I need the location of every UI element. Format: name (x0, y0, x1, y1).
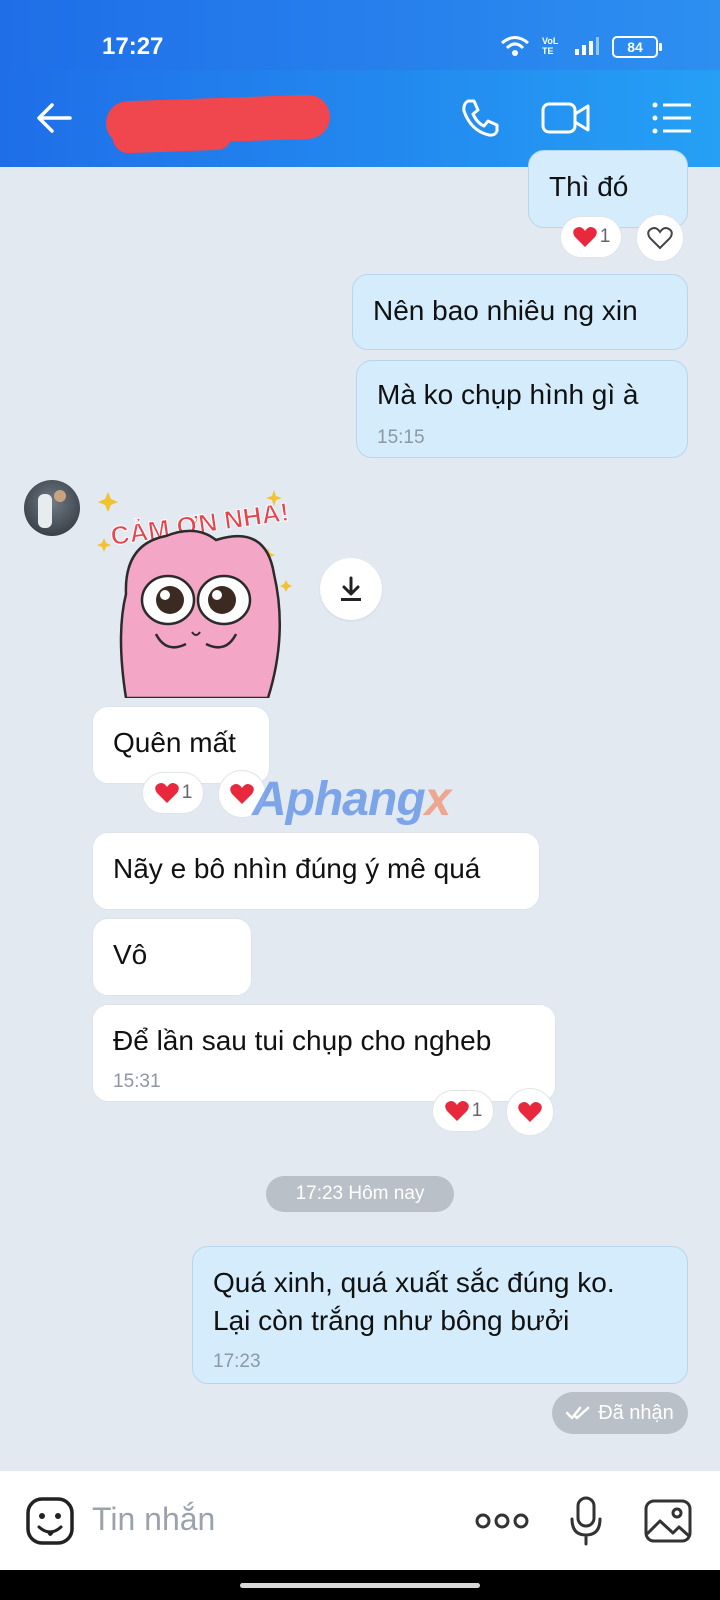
heart-icon (154, 783, 179, 803)
message-text-line-2: Lại còn trắng như bông bưởi (213, 1305, 570, 1336)
emoji-button[interactable] (22, 1493, 78, 1549)
message-text: Thì đó (549, 171, 629, 202)
sticker-image: CẢM ƠN NHA! (97, 490, 292, 700)
message-bubble-received[interactable]: Vô (92, 918, 252, 996)
message-bubble-sent[interactable]: Quá xinh, quá xuất sắc đúng ko. Lại còn … (192, 1246, 688, 1384)
wifi-icon (501, 36, 529, 56)
system-navigation-bar (0, 1570, 720, 1600)
status-time: 17:27 (102, 33, 164, 60)
list-menu-icon (652, 102, 691, 134)
watermark: Aphangx (252, 773, 451, 826)
message-bubble-received[interactable]: Để lần sau tui chụp cho ngheb 15:31 (92, 1004, 556, 1102)
delivery-status-text: Đã nhận (598, 1401, 674, 1424)
message-timestamp: 15:15 (377, 427, 425, 448)
back-button[interactable] (28, 92, 80, 144)
voice-button[interactable] (558, 1493, 614, 1549)
download-button[interactable] (320, 558, 382, 620)
status-icons: VoLTE (500, 34, 600, 58)
video-camera-icon (541, 102, 590, 134)
message-bubble-received[interactable]: Nãy e bô nhìn đúng ý mê quá (92, 832, 540, 910)
video-call-button[interactable] (540, 92, 592, 144)
react-button[interactable] (506, 1088, 554, 1136)
heart-icon (518, 1102, 542, 1122)
battery-indicator: 84 (612, 36, 662, 58)
reaction-count-badge[interactable]: 1 (432, 1090, 494, 1132)
menu-button[interactable] (646, 92, 698, 144)
message-text: Quên mất (113, 727, 236, 758)
microphone-icon (570, 1496, 602, 1546)
sticker-emoji-icon (26, 1497, 74, 1545)
more-options-button[interactable] (474, 1493, 530, 1549)
message-text: Nãy e bô nhìn đúng ý mê quá (113, 853, 481, 884)
reaction-count-badge[interactable]: 1 (560, 216, 622, 258)
message-text: Để lần sau tui chụp cho ngheb (113, 1025, 492, 1056)
heart-icon (444, 1101, 469, 1121)
message-bubble-sent[interactable]: Mà ko chụp hình gì à 15:15 (356, 360, 688, 458)
delivery-status-badge: Đã nhận (552, 1392, 688, 1434)
contact-name-redacted[interactable] (105, 94, 331, 146)
message-timestamp: 17:23 (213, 1351, 261, 1372)
reaction-count: 1 (181, 782, 193, 803)
more-dots-icon (475, 1513, 529, 1529)
back-arrow-icon (37, 103, 72, 133)
react-button[interactable] (636, 214, 684, 262)
message-composer: Tin nhắn (0, 1470, 720, 1570)
date-separator: 17:23 Hôm nay (266, 1176, 454, 1212)
image-gallery-icon (644, 1499, 692, 1543)
reaction-count-badge[interactable]: 1 (142, 772, 204, 814)
reaction-count: 1 (599, 226, 611, 247)
reaction-count: 1 (471, 1100, 483, 1121)
message-text-line-1: Quá xinh, quá xuất sắc đúng ko. (213, 1267, 615, 1298)
signal-icon (575, 37, 599, 55)
status-bar: 17:27 VoLTE 84 (0, 0, 720, 70)
phone-icon (462, 99, 499, 137)
heart-outline-icon (647, 227, 673, 250)
message-text: Nên bao nhiêu ng xin (373, 295, 638, 326)
volte-icon: VoLTE (542, 36, 559, 56)
home-gesture-handle[interactable] (240, 1583, 480, 1588)
gallery-button[interactable] (640, 1493, 696, 1549)
message-bubble-sent[interactable]: Nên bao nhiêu ng xin (352, 274, 688, 350)
message-input[interactable]: Tin nhắn (92, 1501, 215, 1538)
heart-icon (572, 227, 597, 247)
contact-avatar[interactable] (24, 480, 80, 536)
double-check-icon (566, 1406, 590, 1420)
sticker-message[interactable]: CẢM ƠN NHA! (96, 484, 316, 700)
call-button[interactable] (454, 92, 506, 144)
message-text: Mà ko chụp hình gì à (377, 379, 639, 410)
download-icon (341, 576, 361, 601)
message-timestamp: 15:31 (113, 1071, 161, 1092)
message-text: Vô (113, 939, 148, 970)
